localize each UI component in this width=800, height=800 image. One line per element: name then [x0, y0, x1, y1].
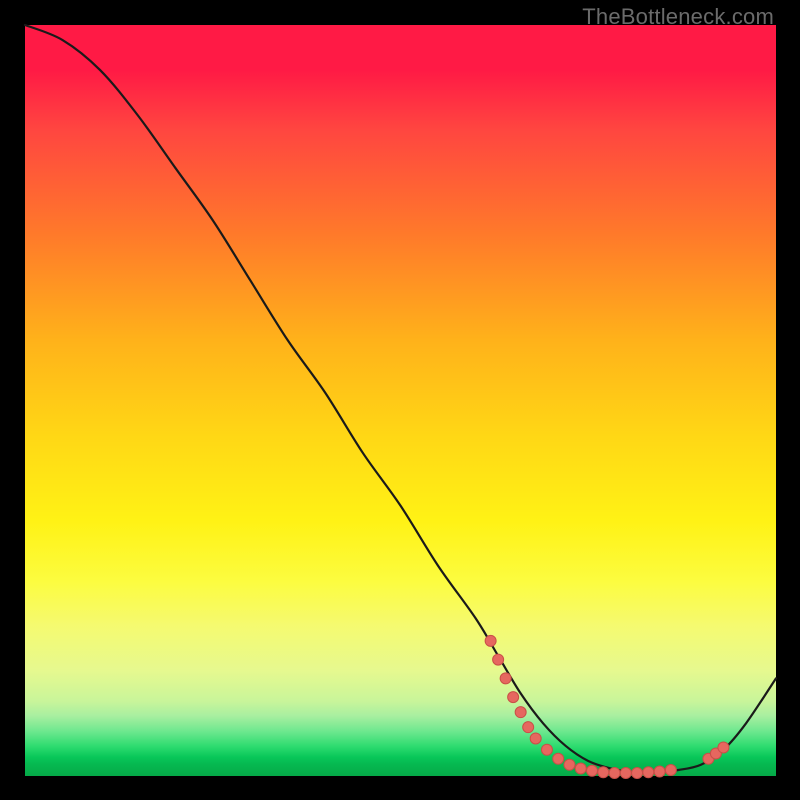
marker-dot: [587, 765, 598, 776]
marker-dot: [553, 753, 564, 764]
marker-dot: [515, 707, 526, 718]
marker-dot: [575, 763, 586, 774]
marker-dot: [654, 766, 665, 777]
marker-dot: [523, 722, 534, 733]
marker-dot: [485, 635, 496, 646]
curve-layer: [25, 25, 776, 776]
marker-dot: [718, 742, 729, 753]
bottleneck-curve: [25, 25, 776, 773]
marker-dot: [541, 744, 552, 755]
marker-dot: [508, 692, 519, 703]
marker-dot: [598, 767, 609, 778]
plot-area: [25, 25, 776, 776]
marker-dot: [500, 673, 511, 684]
marker-dot: [609, 767, 620, 778]
marker-dot: [643, 767, 654, 778]
marker-dot: [665, 764, 676, 775]
marker-dot: [632, 767, 643, 778]
marker-dot: [620, 767, 631, 778]
marker-dot: [493, 654, 504, 665]
marker-dot: [564, 759, 575, 770]
chart-stage: TheBottleneck.com: [0, 0, 800, 800]
marker-dot: [530, 733, 541, 744]
marker-dots-group: [485, 635, 729, 778]
